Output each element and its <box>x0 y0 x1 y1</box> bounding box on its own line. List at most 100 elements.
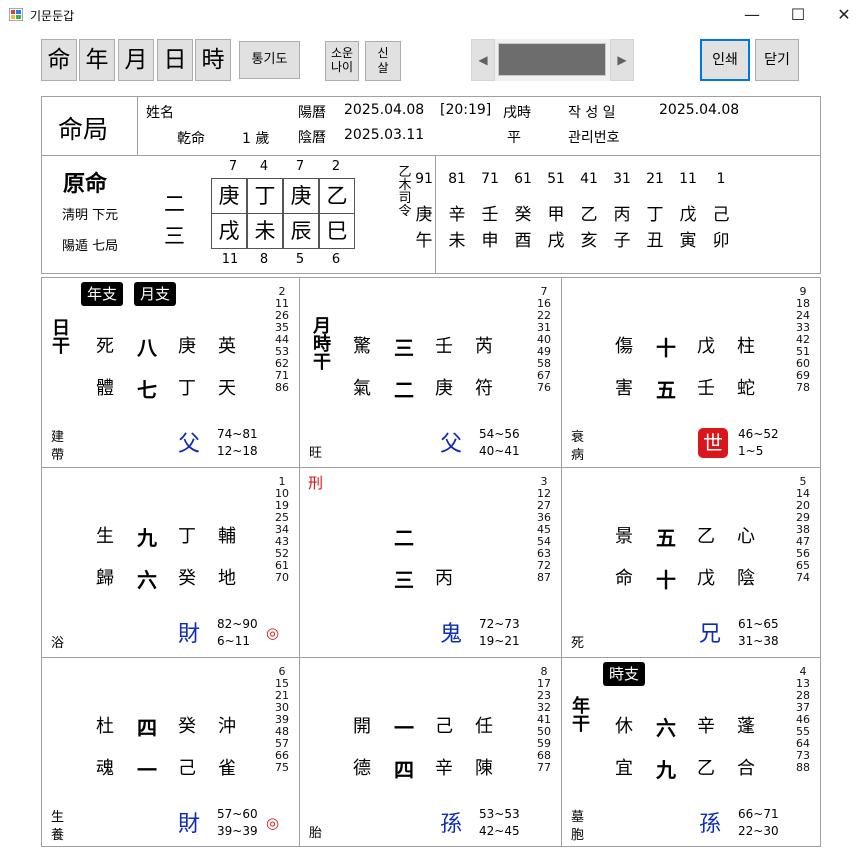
star-number: 九 <box>137 526 157 550</box>
name-label: 姓名 <box>146 105 174 121</box>
scroll-left-arrow-icon[interactable]: ◀ <box>471 39 495 81</box>
star-glyph: 地 <box>218 568 236 589</box>
daeun-branch: 寅 <box>679 231 697 251</box>
star-number: 十 <box>656 336 676 360</box>
number-column: 4 13 28 37 46 55 64 73 88 <box>790 666 816 774</box>
twelve-stage-label: 旺 <box>309 446 323 461</box>
palace-cell[interactable]: 杜 四癸 沖魂 一己 雀 6 15 21 30 39 48 57 66 75 生養 財 57~60 39~39 ◎ <box>42 658 299 847</box>
tonggido-button[interactable]: 통기도 <box>239 41 300 79</box>
palace-number: 70 <box>275 571 289 584</box>
side-stem-label: 月時干 <box>311 318 333 372</box>
star-number: 八 <box>137 336 157 360</box>
palace-cell[interactable]: 刑二三丙 3 12 27 36 45 54 63 72 87 鬼 72~73 19~21 <box>300 468 561 657</box>
title-bar: 기문둔갑 — ☐ ✕ <box>0 0 867 30</box>
pillar-badge: 年支 <box>81 282 124 306</box>
star-number: 四 <box>394 758 414 782</box>
scroll-thumb[interactable] <box>498 43 606 76</box>
myeong-button[interactable]: 命 <box>41 39 77 81</box>
day-button[interactable]: 日 <box>157 39 193 81</box>
stem-box: 丁 <box>247 178 283 214</box>
gate-glyph: 杜 <box>96 716 114 737</box>
close-button[interactable]: 닫기 <box>755 39 799 81</box>
palace-cell[interactable]: 年支 月支日干 死 八庚 英體 七丁 天 2 11 26 35 44 53 62 71 86 建帶 父 74~81 1… <box>42 278 299 467</box>
gate-glyph: 景 <box>615 526 633 547</box>
star-number: 三 <box>394 336 414 360</box>
range-upper: 53~53 <box>479 807 520 821</box>
branch-box: 未 <box>247 213 283 249</box>
star-glyph: 蛇 <box>737 378 755 399</box>
guk-line: 陽遁 七局 <box>62 239 119 254</box>
month-button[interactable]: 月 <box>118 39 154 81</box>
stem-box: 庚 <box>211 178 247 214</box>
star-glyph: 柱 <box>737 336 755 357</box>
daeun-branch: 子 <box>613 231 631 251</box>
star-glyph: 陳 <box>475 758 493 779</box>
pillar-bottom-num: 8 <box>259 252 269 267</box>
daeun-age: 51 <box>547 171 565 187</box>
wonmyeong-title: 原命 <box>63 171 108 197</box>
star-number: 五 <box>656 378 676 402</box>
stem-glyph: 戊 <box>697 336 715 357</box>
daeun-age: 21 <box>646 171 664 187</box>
yukchin-glyph: 鬼 <box>440 622 463 647</box>
star-glyph: 英 <box>218 336 236 357</box>
palace-cell[interactable]: 傷 十戊 柱害 五壬 蛇 9 18 24 33 42 51 60 69 78 衰病 世 46~52 1~5 <box>562 278 820 467</box>
shinsal-label-1: 신 <box>377 46 389 60</box>
daeun-age: 71 <box>481 171 499 187</box>
star-glyph: 雀 <box>218 758 236 779</box>
stem-glyph: 辛 <box>435 758 453 779</box>
double-circle-icon: ◎ <box>266 814 280 832</box>
hour-pillar: 戌時 <box>503 105 531 121</box>
range-upper: 74~81 <box>217 427 258 441</box>
star-glyph: 天 <box>218 378 236 399</box>
palace-number: 86 <box>275 381 289 394</box>
gate-glyph: 命 <box>615 568 633 589</box>
sowoon-age-button[interactable]: 소운 나이 <box>325 41 359 81</box>
palace-cell[interactable]: 月時干驚 三壬 芮氣 二庚 符 7 16 22 31 40 49 58 67 76 旺 父 54~56 40~41 <box>300 278 561 467</box>
side-stem-label: 年干 <box>570 698 592 734</box>
stem-glyph: 庚 <box>178 336 196 357</box>
twelve-stage-label: 衰 <box>571 430 585 445</box>
gate-glyph: 氣 <box>353 378 371 399</box>
minimize-button[interactable]: — <box>729 0 775 30</box>
yukchin-glyph: 父 <box>178 432 201 457</box>
palace-number: 87 <box>537 571 551 584</box>
pillar-bottom-num: 5 <box>295 252 305 267</box>
print-button[interactable]: 인쇄 <box>700 39 750 81</box>
daeun-branch: 丑 <box>646 231 664 251</box>
scroll-right-arrow-icon[interactable]: ▶ <box>610 39 634 81</box>
palace-cell[interactable]: 景 五乙 心命 十戊 陰 5 14 20 29 38 47 56 65 74 死 兄 61~65 31~38 <box>562 468 820 657</box>
palace-cell[interactable]: 開 一己 任德 四辛 陳 8 17 23 32 41 50 59 68 77 胎 孫 53~53 42~45 <box>300 658 561 847</box>
pillar-top-num: 7 <box>228 159 238 174</box>
range-lower: 19~21 <box>479 634 520 648</box>
header-divider <box>137 97 138 155</box>
star-glyph: 陰 <box>737 568 755 589</box>
daeun-stem: 乙 <box>580 205 598 225</box>
close-window-button[interactable]: ✕ <box>821 0 867 30</box>
daeun-branch: 亥 <box>580 231 598 251</box>
twelve-stage-label: 墓 <box>571 810 585 825</box>
star-glyph: 輔 <box>218 526 236 547</box>
gate-glyph: 害 <box>615 378 633 399</box>
hour-button[interactable]: 時 <box>195 39 231 81</box>
maximize-button[interactable]: ☐ <box>775 0 821 30</box>
palace-cell[interactable]: 時支年干休 六辛 蓬宜 九乙 合 4 13 28 37 46 55 64 73 88 墓胞 孫 66~71 22~… <box>562 658 820 847</box>
star-number: 三 <box>394 568 414 592</box>
range-lower: 6~11 <box>217 634 250 648</box>
number-column: 8 17 23 32 41 50 59 68 77 <box>531 666 557 774</box>
shinsal-button[interactable]: 신 살 <box>365 41 401 81</box>
daeun-age: 91 <box>415 171 433 187</box>
twelve-stage-label: 死 <box>571 636 585 651</box>
daeun-age: 11 <box>679 171 697 187</box>
header-panel: 命局 姓名 乾命 1 歲 陽曆 2025.04.08 [20:19] 戌時 陰曆… <box>41 96 821 156</box>
stem-glyph: 丁 <box>178 526 196 547</box>
pillar-top-num: 2 <box>331 159 341 174</box>
star-glyph: 合 <box>737 758 755 779</box>
side-char: 干 <box>572 714 590 735</box>
year-button[interactable]: 年 <box>79 39 115 81</box>
range-upper: 72~73 <box>479 617 520 631</box>
palace-number: 78 <box>796 381 810 394</box>
manage-label: 관리번호 <box>568 130 620 146</box>
jeolgi-line: 淸明 下元 <box>62 208 119 223</box>
palace-cell[interactable]: 生 九丁 輔歸 六癸 地 1 10 19 25 34 43 52 61 70 浴 財 82~90 6~11 ◎ <box>42 468 299 657</box>
